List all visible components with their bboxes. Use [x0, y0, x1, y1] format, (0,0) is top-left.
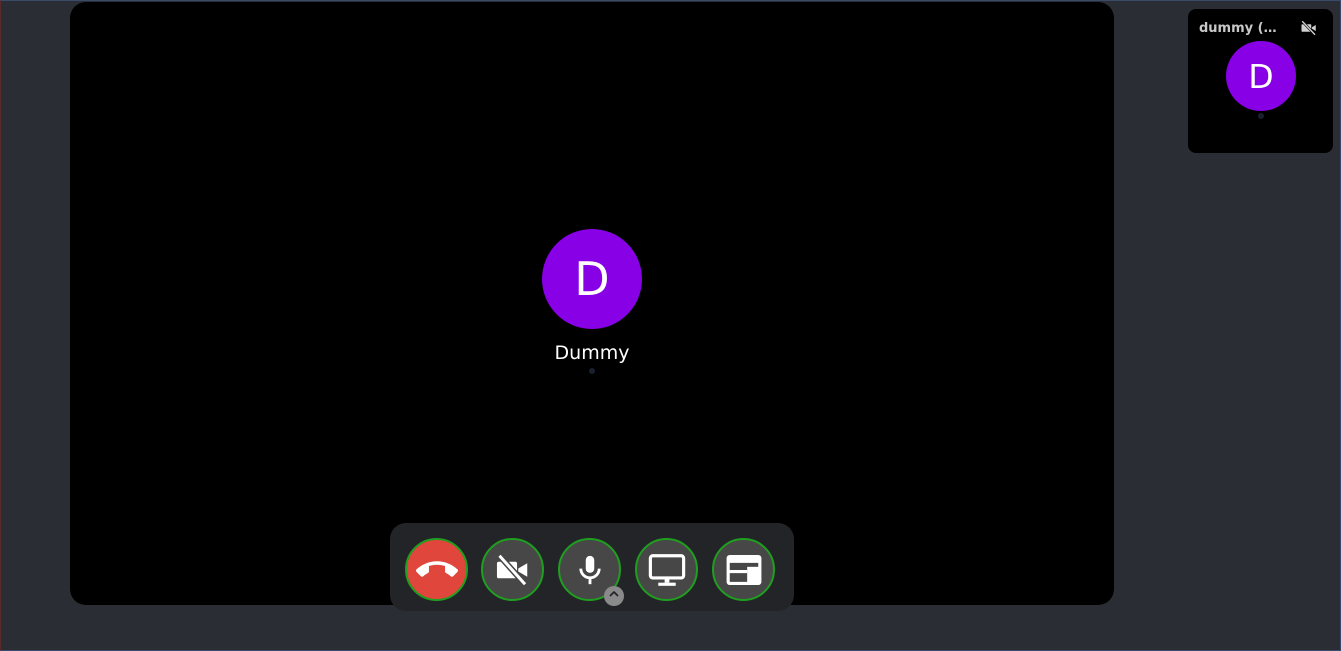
- self-view-tile[interactable]: dummy (you) D: [1188, 9, 1333, 153]
- call-controls-toolbar: [390, 523, 794, 611]
- self-avatar: D: [1226, 41, 1296, 111]
- phone-hangup-icon: [415, 549, 458, 591]
- participant-avatar: D: [542, 229, 642, 329]
- screen-share-button[interactable]: [635, 538, 698, 601]
- camera-toggle-button[interactable]: [481, 538, 544, 601]
- camera-off-icon: [1300, 19, 1318, 37]
- microphone-icon: [573, 553, 607, 587]
- layout-icon: [725, 551, 763, 589]
- camera-off-icon: [495, 552, 531, 588]
- chevron-up-icon: [608, 587, 620, 605]
- mic-options-button[interactable]: [604, 586, 624, 606]
- monitor-icon: [648, 551, 686, 589]
- audio-indicator: [589, 368, 595, 374]
- end-call-button[interactable]: [405, 538, 468, 601]
- participant-name: Dummy: [554, 342, 630, 364]
- self-view-name: dummy (you): [1199, 21, 1285, 36]
- layout-button[interactable]: [712, 538, 775, 601]
- call-window: D Dummy dummy (you) D: [0, 0, 1341, 651]
- main-video-tile: D Dummy: [70, 2, 1114, 605]
- self-audio-indicator: [1258, 113, 1264, 119]
